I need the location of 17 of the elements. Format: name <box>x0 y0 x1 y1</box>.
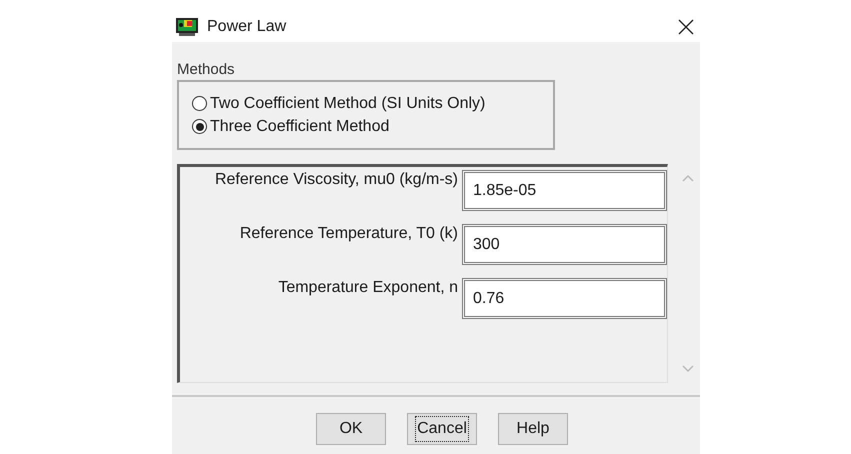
dialog-button[interactable]: Cancel <box>407 413 477 445</box>
radio-option[interactable]: Two Coefficient Method (SI Units Only) <box>192 94 553 114</box>
input-field[interactable]: 1.85e-05 <box>462 170 667 211</box>
input-field[interactable]: 300 <box>462 224 667 265</box>
input-field[interactable]: 0.76 <box>462 278 667 319</box>
radio-button[interactable] <box>192 119 207 134</box>
dialog-button[interactable]: Help <box>498 413 568 445</box>
radio-button[interactable] <box>192 96 207 111</box>
window-title: Power Law <box>207 17 286 37</box>
close-icon[interactable] <box>678 19 694 35</box>
dialog-button[interactable]: OK <box>316 413 386 445</box>
field-label: Temperature Exponent, n <box>277 278 459 298</box>
field-label: Reference Temperature, T0 (k) <box>238 224 459 244</box>
radio-option[interactable]: Three Coefficient Method <box>192 116 553 136</box>
group-label: Methods <box>177 62 236 78</box>
field-label: Reference Viscosity, mu0 (kg/m-s) <box>214 170 459 190</box>
app-icon <box>175 17 199 37</box>
